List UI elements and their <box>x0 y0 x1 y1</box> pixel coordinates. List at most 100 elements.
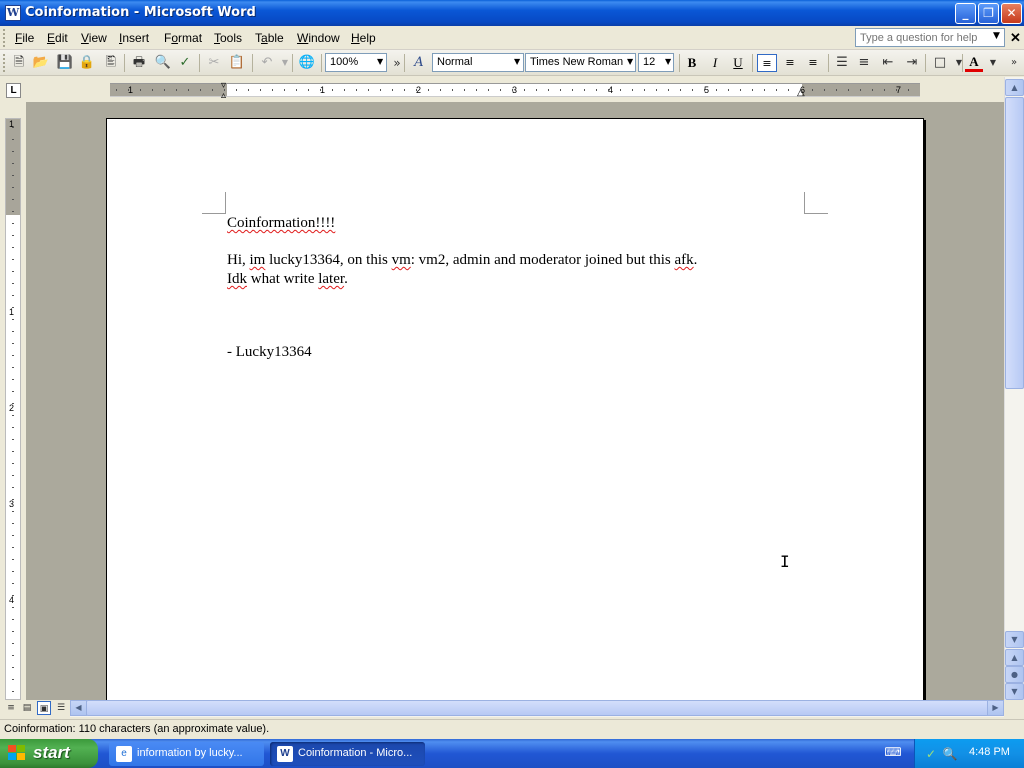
document-line[interactable]: Coinformation!!!! <box>227 215 335 232</box>
vertical-scroll-thumb[interactable] <box>1005 97 1024 389</box>
scroll-up-button[interactable]: ▲ <box>1005 79 1024 96</box>
menu-window[interactable]: Window <box>297 31 340 45</box>
document-line[interactable]: Idk what write later. <box>227 271 348 288</box>
document-page[interactable]: Coinformation!!!! Hi, im lucky13364, on … <box>106 118 924 700</box>
taskbar-button-ie[interactable]: e information by lucky... <box>109 742 264 766</box>
font-dropdown-icon[interactable]: ▼ <box>627 57 633 66</box>
borders-icon[interactable]: □ <box>931 54 949 72</box>
menubar-grip[interactable] <box>3 29 6 47</box>
taskbar-button-word[interactable]: W Coinformation - Micro... <box>270 742 425 766</box>
new-document-icon[interactable]: 🗎 <box>10 54 28 72</box>
ruler-tick <box>740 89 741 91</box>
font-color-icon[interactable]: A <box>965 54 983 72</box>
print-preview-icon[interactable]: 🖺 <box>102 54 120 72</box>
underline-button[interactable]: U <box>728 54 748 72</box>
document-line[interactable]: Hi, im lucky13364, on this vm: vm2, admi… <box>227 252 697 269</box>
ruler-tick <box>284 89 285 91</box>
save-icon[interactable]: 💾 <box>56 54 74 72</box>
text-cursor-icon: I <box>780 552 790 571</box>
toolbar-options-icon[interactable]: » <box>1005 54 1023 72</box>
menu-table[interactable]: Table <box>255 31 284 45</box>
ruler-tick <box>536 89 537 91</box>
style-dropdown-icon[interactable]: ▼ <box>514 57 520 66</box>
misspelled-word: vm <box>391 252 411 268</box>
tab-selector[interactable]: L <box>6 83 21 98</box>
network-icon[interactable]: ✓ <box>923 746 939 762</box>
font-combo[interactable]: Times New Roman <box>525 53 636 72</box>
horizontal-scroll-thumb[interactable] <box>86 700 989 716</box>
normal-view-icon[interactable]: ≡ <box>4 701 18 715</box>
restore-button[interactable]: ❐ <box>978 3 999 24</box>
menu-help[interactable]: Help <box>351 31 376 45</box>
horizontal-ruler[interactable]: 1 1 2 3 4 5 6 7 ▿ ▵ △ <box>110 80 920 101</box>
help-question-input[interactable] <box>855 28 1005 47</box>
zoom-dropdown-icon[interactable]: ▼ <box>377 57 383 66</box>
vertical-scrollbar[interactable]: ▲ ▼ ▲ ● ▼ <box>1004 77 1024 700</box>
align-center-button[interactable]: ≡ <box>780 54 800 72</box>
font-size-dropdown-icon[interactable]: ▼ <box>665 57 671 66</box>
scroll-right-button[interactable]: ▶ <box>987 700 1004 716</box>
document-close-button[interactable]: ✕ <box>1010 30 1021 46</box>
menu-view[interactable]: View <box>81 31 107 45</box>
bold-button[interactable]: B <box>682 54 702 72</box>
language-bar-icon[interactable]: ⌨ <box>884 745 902 759</box>
spelling-icon[interactable]: ✓ <box>176 54 194 72</box>
align-left-button[interactable]: ≡ <box>757 54 777 72</box>
ruler-tick <box>452 89 453 91</box>
cut-icon[interactable]: ✂ <box>205 54 223 72</box>
paste-icon[interactable]: 📋 <box>228 54 246 72</box>
open-icon[interactable]: 📂 <box>32 54 50 72</box>
select-browse-object-button[interactable]: ● <box>1005 666 1024 683</box>
ruler-tick <box>12 475 14 476</box>
minimize-button[interactable]: _ <box>955 3 976 24</box>
ruler-tick <box>656 89 657 91</box>
increase-indent-icon[interactable]: ⇥ <box>903 54 921 72</box>
hyperlink-icon[interactable]: 🌐 <box>298 54 316 72</box>
ruler-tick <box>176 89 177 91</box>
ruler-tick <box>12 331 14 332</box>
horizontal-scrollbar[interactable]: ◀ ▶ <box>70 700 1004 717</box>
italic-button[interactable]: I <box>705 54 725 72</box>
ruler-tick <box>12 559 14 560</box>
menu-format[interactable]: Format <box>164 31 202 45</box>
style-combo[interactable]: Normal <box>432 53 524 72</box>
toolbar-grip[interactable] <box>3 54 6 72</box>
previous-page-button[interactable]: ▲ <box>1005 649 1024 666</box>
ruler-tick <box>12 379 14 380</box>
hanging-indent-marker[interactable]: ▵ <box>221 90 226 101</box>
menu-tools[interactable]: Tools <box>214 31 242 45</box>
menu-insert[interactable]: Insert <box>119 31 149 45</box>
vertical-ruler[interactable]: 1 1 2 3 4 <box>5 118 21 700</box>
ruler-tick <box>380 89 381 91</box>
toolbar-separator <box>404 54 405 72</box>
word-app-icon[interactable]: W <box>5 5 21 21</box>
ruler-tick <box>12 691 14 692</box>
print-layout-icon[interactable]: ▣ <box>37 701 51 715</box>
title-bar[interactable]: W Coinformation - Microsoft Word _ ❐ ✕ <box>0 0 1024 26</box>
print-icon[interactable]: 🖶 <box>130 54 148 72</box>
numbering-icon[interactable]: ☰ <box>833 54 851 72</box>
start-button[interactable]: start <box>0 739 98 768</box>
help-dropdown-arrow[interactable]: ▼ <box>993 31 1000 41</box>
decrease-indent-icon[interactable]: ⇤ <box>879 54 897 72</box>
toolbar-separator <box>752 54 753 72</box>
search-icon[interactable]: 🔍 <box>942 746 958 762</box>
next-page-button[interactable]: ▼ <box>1005 683 1024 700</box>
print-preview-2-icon[interactable]: 🔍 <box>154 54 172 72</box>
scroll-left-button[interactable]: ◀ <box>70 700 87 716</box>
undo-icon[interactable]: ↶ <box>258 54 276 72</box>
scroll-down-button[interactable]: ▼ <box>1005 631 1024 648</box>
align-right-button[interactable]: ≡ <box>803 54 823 72</box>
menu-file[interactable]: File <box>15 31 34 45</box>
permission-icon[interactable]: 🔒 <box>78 54 96 72</box>
ruler-tick <box>12 127 14 128</box>
web-layout-icon[interactable]: ▤ <box>20 701 34 715</box>
document-signature[interactable]: - Lucky13364 <box>227 344 312 361</box>
outline-view-icon[interactable]: ☰ <box>54 701 68 715</box>
font-color-dropdown-icon[interactable]: ▼ <box>984 54 1002 72</box>
menu-edit[interactable]: Edit <box>47 31 68 45</box>
bullets-icon[interactable]: ≡ <box>855 54 873 72</box>
close-button[interactable]: ✕ <box>1001 3 1022 24</box>
clock[interactable]: 4:48 PM <box>969 746 1010 758</box>
styles-formatting-icon[interactable]: A <box>410 54 428 72</box>
